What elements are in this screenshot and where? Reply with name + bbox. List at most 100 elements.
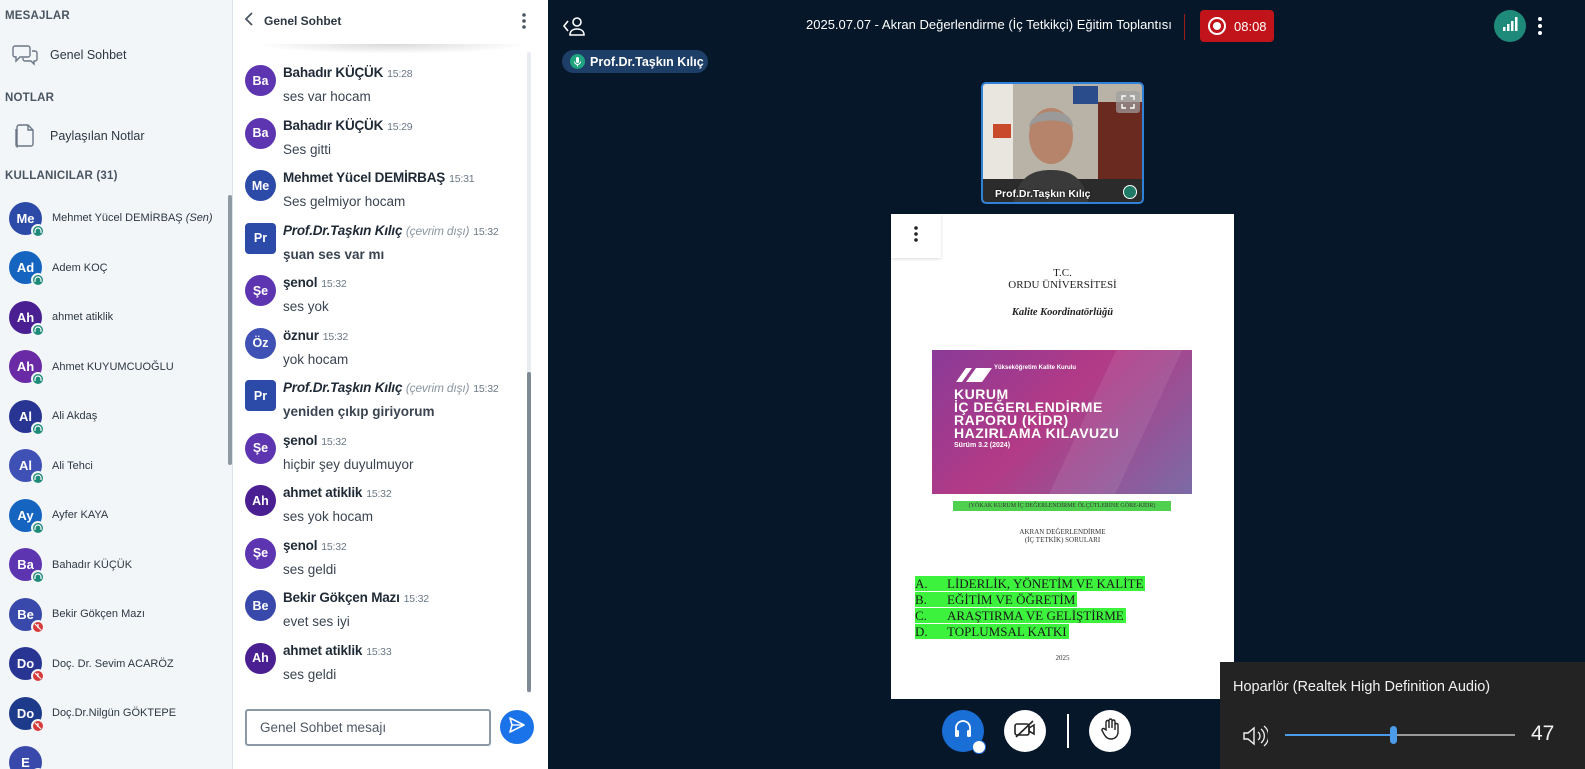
user-name: Bahadır KÜÇÜK bbox=[52, 559, 132, 571]
message-text: evet ses iyi bbox=[283, 614, 350, 629]
message-author: ahmet atiklik 15:33 bbox=[283, 643, 392, 658]
avatar-initials: Me bbox=[16, 210, 35, 226]
audio-device-name: Hoparlör (Realtek High Definition Audio) bbox=[1233, 679, 1491, 695]
audio-settings-chevron-icon[interactable] bbox=[972, 740, 986, 754]
chat-message-input[interactable] bbox=[245, 709, 491, 746]
user-list-item[interactable]: Do Doç. Dr. Sevim ACARÖZ bbox=[0, 639, 228, 689]
chat-message: Ba Bahadır KÜÇÜK 15:29 Ses gitti bbox=[245, 117, 530, 170]
presentation-slide: T.C. ORDU ÜNİVERSİTESİ Kalite Koordinatö… bbox=[891, 214, 1234, 699]
message-author: Bekir Gökçen Mazı 15:32 bbox=[283, 590, 429, 605]
user-avatar: Do bbox=[9, 696, 45, 733]
talking-user-name: Prof.Dr.Taşkın Kılıç bbox=[590, 54, 704, 69]
sidebar-item-shared-notes[interactable]: Paylaşılan Notlar bbox=[0, 116, 228, 156]
user-avatar: Ah bbox=[9, 350, 45, 386]
listen-only-icon bbox=[31, 520, 45, 535]
section-text: TOPLUMSAL KATKI bbox=[947, 624, 1067, 639]
slide-highlight-caption: (YÖKAK KURUM İÇ DEĞERLENDİRME ÖLÇÜTLERİN… bbox=[953, 501, 1171, 511]
message-avatar: Ba bbox=[245, 65, 276, 96]
fullscreen-icon[interactable] bbox=[1116, 91, 1140, 113]
message-text: ses yok hocam bbox=[283, 509, 374, 524]
raise-hand-button[interactable] bbox=[1089, 710, 1131, 752]
send-message-button[interactable] bbox=[500, 710, 534, 744]
user-list-toggle-icon[interactable] bbox=[562, 15, 586, 37]
user-list-item[interactable]: Me Mehmet Yücel DEMİRBAŞ (Sen) bbox=[0, 193, 228, 243]
leave-audio-button[interactable] bbox=[942, 710, 986, 754]
message-time: 15:32 bbox=[403, 593, 429, 605]
avatar-initials: Al bbox=[19, 408, 32, 424]
chat-options-icon[interactable] bbox=[519, 12, 529, 30]
presentation-options-button[interactable] bbox=[891, 214, 941, 258]
user-list-item[interactable]: Ah Ahmet KUYUMCUOĞLU bbox=[0, 342, 228, 392]
user-name: Ahmet KUYUMCUOĞLU bbox=[52, 361, 174, 373]
message-author: şenol 15:32 bbox=[283, 538, 347, 553]
users-section-title: KULLANICILAR (31) bbox=[5, 170, 118, 182]
volume-slider-thumb[interactable] bbox=[1390, 726, 1398, 744]
chat-message: Pr Prof.Dr.Taşkın Kılıç (çevrim dışı) 15:3… bbox=[245, 380, 530, 432]
user-list-item[interactable]: Do Doç.Dr.Nilgün GÖKTEPE bbox=[0, 688, 228, 738]
sidebar-item-label: Paylaşılan Notlar bbox=[50, 129, 145, 143]
slide-subtitle-1: AKRAN DEĞERLENDİRME bbox=[1019, 528, 1106, 536]
listen-only-icon bbox=[31, 223, 45, 238]
message-text: Ses gitti bbox=[283, 141, 332, 157]
user-list-item[interactable]: Ba Bahadır KÜÇÜK bbox=[0, 540, 228, 590]
message-author-name: Bahadır KÜÇÜK bbox=[283, 65, 384, 80]
user-avatar: Al bbox=[9, 399, 45, 436]
message-time: 15:32 bbox=[473, 225, 499, 238]
user-list-item[interactable]: Al Ali Tehci bbox=[0, 441, 228, 491]
message-author-name: Bekir Gökçen Mazı bbox=[283, 590, 400, 605]
chat-message: Şe şenol 15:32 hiçbir şey duyulmuyor bbox=[245, 432, 530, 485]
user-list-item[interactable]: E bbox=[0, 738, 228, 769]
message-text: yeniden çıkıp giriyorum bbox=[283, 404, 435, 419]
sidebar-scrollbar[interactable] bbox=[228, 195, 232, 465]
message-text: ses geldi bbox=[283, 561, 337, 577]
message-author: öznur 15:32 bbox=[283, 328, 348, 343]
hand-icon bbox=[1100, 717, 1120, 745]
user-avatar: Al bbox=[9, 449, 45, 485]
slide-section-item: A. LİDERLİK, YÖNETİM VE KALİTE bbox=[915, 576, 1146, 591]
message-text: şuan ses var mı bbox=[283, 246, 385, 262]
user-list-item[interactable]: Be Bekir Gökçen Mazı bbox=[0, 589, 228, 639]
join-video-button[interactable] bbox=[1004, 710, 1046, 752]
meeting-title: 2025.07.07 - Akran Değerlendirme (İç Tet… bbox=[806, 17, 1172, 32]
back-chevron-icon[interactable] bbox=[243, 11, 259, 32]
sidebar-item-label: Genel Sohbet bbox=[50, 48, 127, 62]
slide-section-item: D. TOPLUMSAL KATKI bbox=[915, 624, 1069, 639]
message-author-name: Prof.Dr.Taşkın Kılıç bbox=[283, 222, 403, 238]
message-time: 15:32 bbox=[322, 330, 349, 343]
user-list-item[interactable]: Al Ali Akdaş bbox=[0, 391, 228, 441]
message-author: Prof.Dr.Taşkın Kılıç (çevrim dışı) 15:32 bbox=[283, 223, 499, 238]
speaker-volume-icon[interactable] bbox=[1242, 724, 1270, 748]
chat-scrollbar[interactable] bbox=[527, 52, 531, 693]
chat-message: Ah ahmet atiklik 15:32 ses yok hocam bbox=[245, 485, 530, 537]
messages-section-title: MESAJLAR bbox=[5, 10, 70, 22]
chat-scrollbar-thumb[interactable] bbox=[527, 372, 531, 692]
message-author: Bahadır KÜÇÜK 15:28 bbox=[283, 65, 413, 80]
options-menu-icon[interactable] bbox=[1535, 15, 1545, 37]
chat-message: Ah ahmet atiklik 15:33 ses geldi bbox=[245, 642, 530, 695]
user-name: Ayfer KAYA bbox=[52, 509, 108, 521]
user-name-text: Ali Tehci bbox=[52, 459, 93, 472]
chat-title: Genel Sohbet bbox=[264, 14, 342, 28]
cover-logo-text: Yükseköğretim Kalite Kurulu bbox=[994, 365, 1077, 371]
talking-indicator[interactable]: Prof.Dr.Taşkın Kılıç bbox=[562, 50, 708, 73]
message-avatar: Şe bbox=[245, 275, 276, 306]
message-avatar: Pr bbox=[245, 222, 276, 254]
record-icon bbox=[1208, 17, 1226, 35]
user-list-item[interactable]: Ay Ayfer KAYA bbox=[0, 490, 228, 540]
headphones-icon bbox=[953, 719, 973, 744]
webcam-mic-icon bbox=[1123, 185, 1137, 199]
connection-status-button[interactable] bbox=[1494, 10, 1526, 42]
chat-message: Şe şenol 15:32 ses geldi bbox=[245, 537, 530, 590]
user-list-item[interactable]: Ah ahmet atiklik bbox=[0, 292, 228, 342]
recording-button[interactable]: 08:08 bbox=[1200, 10, 1274, 42]
message-text: Ses gelmiyor hocam bbox=[283, 194, 406, 209]
message-avatar: Ah bbox=[245, 642, 276, 674]
webcam-user-name: Prof.Dr.Taşkın Kılıç bbox=[995, 188, 1091, 200]
user-list-item[interactable]: Ad Adem KOÇ bbox=[0, 243, 228, 293]
webcam-tile[interactable]: Prof.Dr.Taşkın Kılıç bbox=[981, 82, 1144, 204]
offline-label: (çevrim dışı) bbox=[405, 381, 470, 395]
volume-slider[interactable] bbox=[1285, 726, 1515, 744]
user-name: Doç. Dr. Sevim ACARÖZ bbox=[52, 658, 174, 670]
message-author: Prof.Dr.Taşkın Kılıç (çevrim dışı) 15:32 bbox=[283, 380, 499, 395]
sidebar-item-public-chat[interactable]: Genel Sohbet bbox=[0, 35, 228, 75]
